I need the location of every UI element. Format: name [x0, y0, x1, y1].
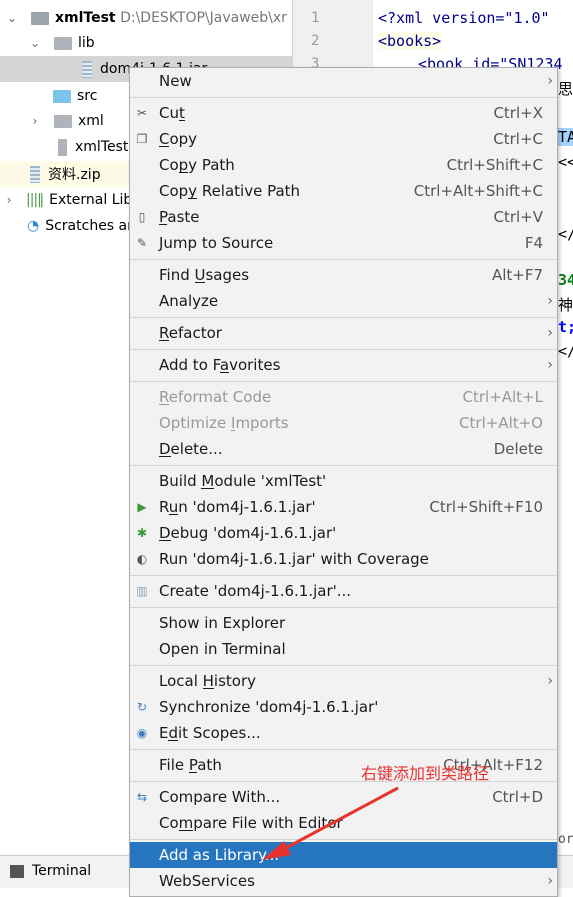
- annotation-arrow: [262, 786, 399, 860]
- arrow-head: [262, 841, 291, 860]
- arrow-shaft: [281, 786, 399, 852]
